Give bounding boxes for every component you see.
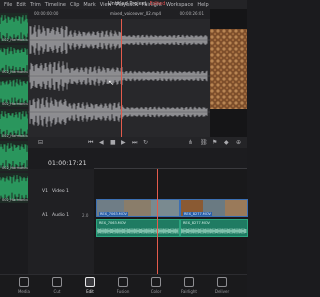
page-navigation-bar: Media Cut Edit Fusion Color Fairlight Deliver [0, 274, 247, 297]
cut-page-icon [52, 277, 62, 287]
layout-icon[interactable]: ⊟ [38, 139, 43, 146]
media-clip-5-name: 002_Harmonica... [2, 166, 28, 170]
menu-item-timeline[interactable]: Timeline [45, 2, 66, 8]
project-title: Untitled Project [108, 1, 147, 7]
media-clip-6[interactable]: 002_Harmonica... [0, 173, 28, 203]
page-deliver[interactable]: Deliver [210, 277, 234, 294]
audio-track-level: 2.0 [82, 213, 89, 218]
stop-icon[interactable]: ■ [110, 139, 116, 146]
page-label-deliver: Deliver [214, 289, 230, 294]
project-title-group: Untitled Project Edited [108, 1, 165, 7]
video-clip-1[interactable]: REX_7063.MOV [96, 199, 180, 217]
menu-item-help[interactable]: Help [197, 2, 208, 8]
menu-item-file[interactable]: File [4, 2, 12, 8]
audio-clip-2-label: REX_8277.MOV [183, 221, 210, 225]
media-clip-1[interactable]: 002_Harmonica... [0, 13, 28, 43]
waveform-lane-1 [28, 25, 210, 55]
source-filename: mixed_voiceover_02.mp4 [110, 11, 162, 16]
viewer-header: 00:00:00:00 mixed_voiceover_02.mp4 00:00… [28, 9, 210, 19]
edit-toolbar: ⊟ ⏮ ◀ ■ ▶ ⏭ ↻ ⋔ ⛓ ⚑ ◆ ⊕ [28, 137, 247, 148]
audio-track-header[interactable]: A1 Audio 1 2.0 [28, 213, 94, 231]
page-label-edit: Edit [86, 289, 94, 294]
flag-icon[interactable]: ⚑ [212, 139, 217, 146]
audio-clip-1-waveform [97, 228, 179, 234]
page-edit[interactable]: Edit [78, 277, 102, 294]
mouse-cursor-icon: ↖ [108, 79, 114, 87]
source-viewer[interactable]: 00:00:00:00 mixed_voiceover_02.mp4 00:00… [28, 9, 210, 137]
media-clip-2[interactable]: 002_Harmonica... [0, 45, 28, 75]
menu-item-clip[interactable]: Clip [70, 2, 79, 8]
skip-forward-icon[interactable]: ⏭ [132, 139, 137, 146]
color-page-icon [151, 277, 161, 287]
menu-bar: File Edit Trim Timeline Clip Mark View P… [0, 0, 247, 9]
media-clip-1-name: 002_Harmonica... [2, 38, 28, 42]
menu-item-trim[interactable]: Trim [30, 2, 41, 8]
page-label-cut: Cut [53, 289, 61, 294]
video-clip-2-label: REX_8277.MOV [183, 212, 212, 216]
audio-track-id: A1 [42, 213, 48, 218]
page-label-color: Color [150, 289, 162, 294]
media-page-icon [19, 277, 29, 287]
media-clip-6-name: 002_Harmonica... [2, 198, 28, 202]
media-clip-3[interactable]: 002_Harmonica... [0, 77, 28, 107]
marker-icon[interactable]: ◆ [224, 139, 229, 146]
prev-frame-icon[interactable]: ◀ [99, 139, 104, 146]
audio-clip-2[interactable]: REX_8277.MOV [180, 219, 248, 237]
timeline-timecode: 01:00:17:21 [48, 160, 87, 167]
media-pool-strip: 002_Harmonica... 002_Harmonica... 002_Harm… [0, 9, 28, 203]
video-clip-2[interactable]: REX_8277.MOV [180, 199, 248, 217]
timeline-tracks[interactable]: REX_7063.MOV REX_8277.MOV REX_7063.MOV R… [94, 169, 248, 274]
media-clip-2-name: 002_Harmonica... [2, 70, 28, 74]
menu-item-mark[interactable]: Mark [83, 2, 95, 8]
program-viewer[interactable] [210, 9, 247, 137]
link-icon[interactable]: ⛓ [200, 139, 208, 146]
edit-page-icon [85, 277, 95, 287]
play-icon[interactable]: ▶ [121, 139, 126, 146]
fairlight-page-icon [184, 277, 194, 287]
source-playhead[interactable] [121, 19, 122, 137]
loop-icon[interactable]: ↻ [143, 139, 148, 146]
video-track-name: Video 1 [52, 189, 69, 194]
skip-back-icon[interactable]: ⏮ [88, 139, 93, 146]
page-fairlight[interactable]: Fairlight [177, 277, 201, 294]
snap-icon[interactable]: ⋔ [188, 139, 193, 146]
page-fusion[interactable]: Fusion [111, 277, 135, 294]
program-frame-image [210, 29, 247, 109]
waveform-lane-3 [28, 97, 210, 127]
track-headers: V1 Video 1 A1 Audio 1 2.0 [28, 169, 94, 274]
page-label-media: Media [17, 289, 30, 294]
menu-item-edit[interactable]: Edit [16, 2, 26, 8]
page-cut[interactable]: Cut [45, 277, 69, 294]
media-clip-4-name: 002_Harmonica... [2, 134, 28, 138]
page-color[interactable]: Color [144, 277, 168, 294]
audio-clip-1[interactable]: REX_7063.MOV [96, 219, 180, 237]
video-track-id: V1 [42, 189, 48, 194]
timeline-panel: 01:00:17:21 V1 Video 1 A1 Audio 1 2.0 RE… [28, 148, 248, 274]
edited-badge: Edited [149, 1, 166, 7]
media-clip-3-name: 002_Harmonica... [2, 102, 28, 106]
video-clip-1-label: REX_7063.MOV [99, 212, 128, 216]
deliver-page-icon [217, 277, 227, 287]
waveform-lane-2 [28, 61, 210, 91]
menu-item-workspace[interactable]: Workspace [166, 2, 193, 8]
video-track-header[interactable]: V1 Video 1 [28, 189, 94, 207]
audio-clip-2-waveform [181, 228, 247, 234]
audio-track-name: Audio 1 [52, 213, 70, 218]
timeline-playhead[interactable] [157, 169, 158, 274]
audio-clip-1-label: REX_7063.MOV [99, 221, 126, 225]
page-label-fusion: Fusion [116, 289, 130, 294]
page-media[interactable]: Media [12, 277, 36, 294]
page-label-fairlight: Fairlight [180, 289, 197, 294]
fusion-page-icon [118, 277, 128, 287]
source-timecode-out: 00:00:26:01 [179, 11, 204, 16]
source-timecode-in: 00:00:00:00 [34, 11, 59, 16]
media-clip-5[interactable]: 002_Harmonica... [0, 141, 28, 171]
media-clip-4[interactable]: 002_Harmonica... [0, 109, 28, 139]
zoom-icon[interactable]: ⊕ [236, 139, 241, 146]
